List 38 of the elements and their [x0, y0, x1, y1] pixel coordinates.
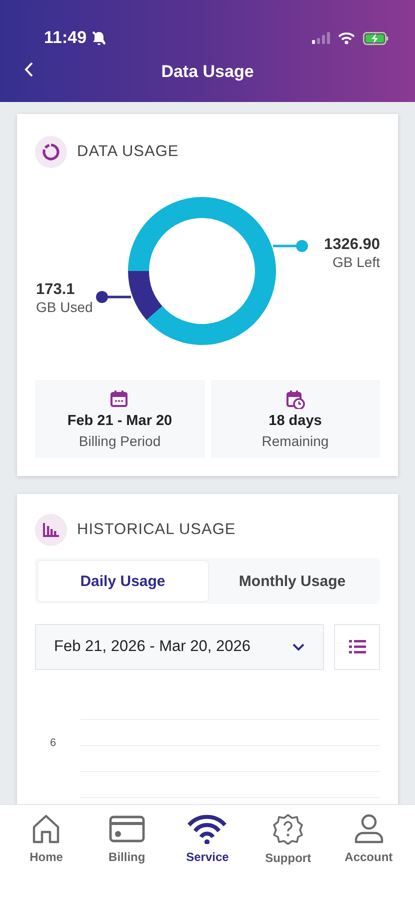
- value-label: 173.1: [36, 281, 76, 299]
- battery-charging-icon: [363, 32, 389, 44]
- stat-value: 18 days: [268, 413, 322, 429]
- donut-icon: [35, 136, 67, 168]
- nav-item[interactable]: Billing: [90, 813, 163, 900]
- category-label: GB Left: [332, 254, 380, 270]
- stat-label: Remaining: [262, 433, 329, 449]
- nav-item[interactable]: Support: [252, 813, 324, 900]
- stat-value: Feb 21 - Mar 20: [67, 413, 172, 429]
- status-time: 11:49: [44, 28, 87, 48]
- back-button[interactable]: [24, 62, 34, 77]
- nav-item[interactable]: Home: [10, 813, 82, 900]
- value-label: 1326.90: [324, 236, 380, 254]
- calendar-icon: [110, 390, 130, 409]
- list-view-button[interactable]: [334, 624, 380, 670]
- bar-chart-icon: [35, 514, 67, 546]
- chevron-down-icon: [292, 643, 305, 651]
- wifi-icon: [187, 813, 228, 844]
- date-range-dropdown[interactable]: Feb 21, 2026 - Mar 20, 2026: [35, 624, 324, 670]
- signal-icon: [312, 32, 330, 44]
- help-badge-icon: [272, 813, 304, 845]
- nav-item[interactable]: Account: [332, 813, 405, 900]
- nav-item[interactable]: Service: [171, 813, 244, 900]
- card-title: DATA USAGE: [77, 143, 179, 161]
- back-icon: [24, 62, 34, 77]
- page-title: Data Usage: [161, 62, 254, 82]
- home-icon: [31, 813, 62, 844]
- tab[interactable]: Daily Usage: [38, 561, 208, 601]
- person-icon: [354, 813, 384, 844]
- stat-label: Billing Period: [78, 433, 161, 449]
- list-icon: [348, 640, 366, 654]
- axis-label: 6: [50, 737, 56, 749]
- tab[interactable]: Monthly Usage: [208, 561, 377, 601]
- category-label: GB Used: [36, 299, 93, 315]
- wifi-icon: [338, 32, 355, 44]
- card-title: HISTORICAL USAGE: [77, 521, 236, 539]
- card-icon: [108, 813, 145, 844]
- calendar-clock-icon: [286, 390, 305, 409]
